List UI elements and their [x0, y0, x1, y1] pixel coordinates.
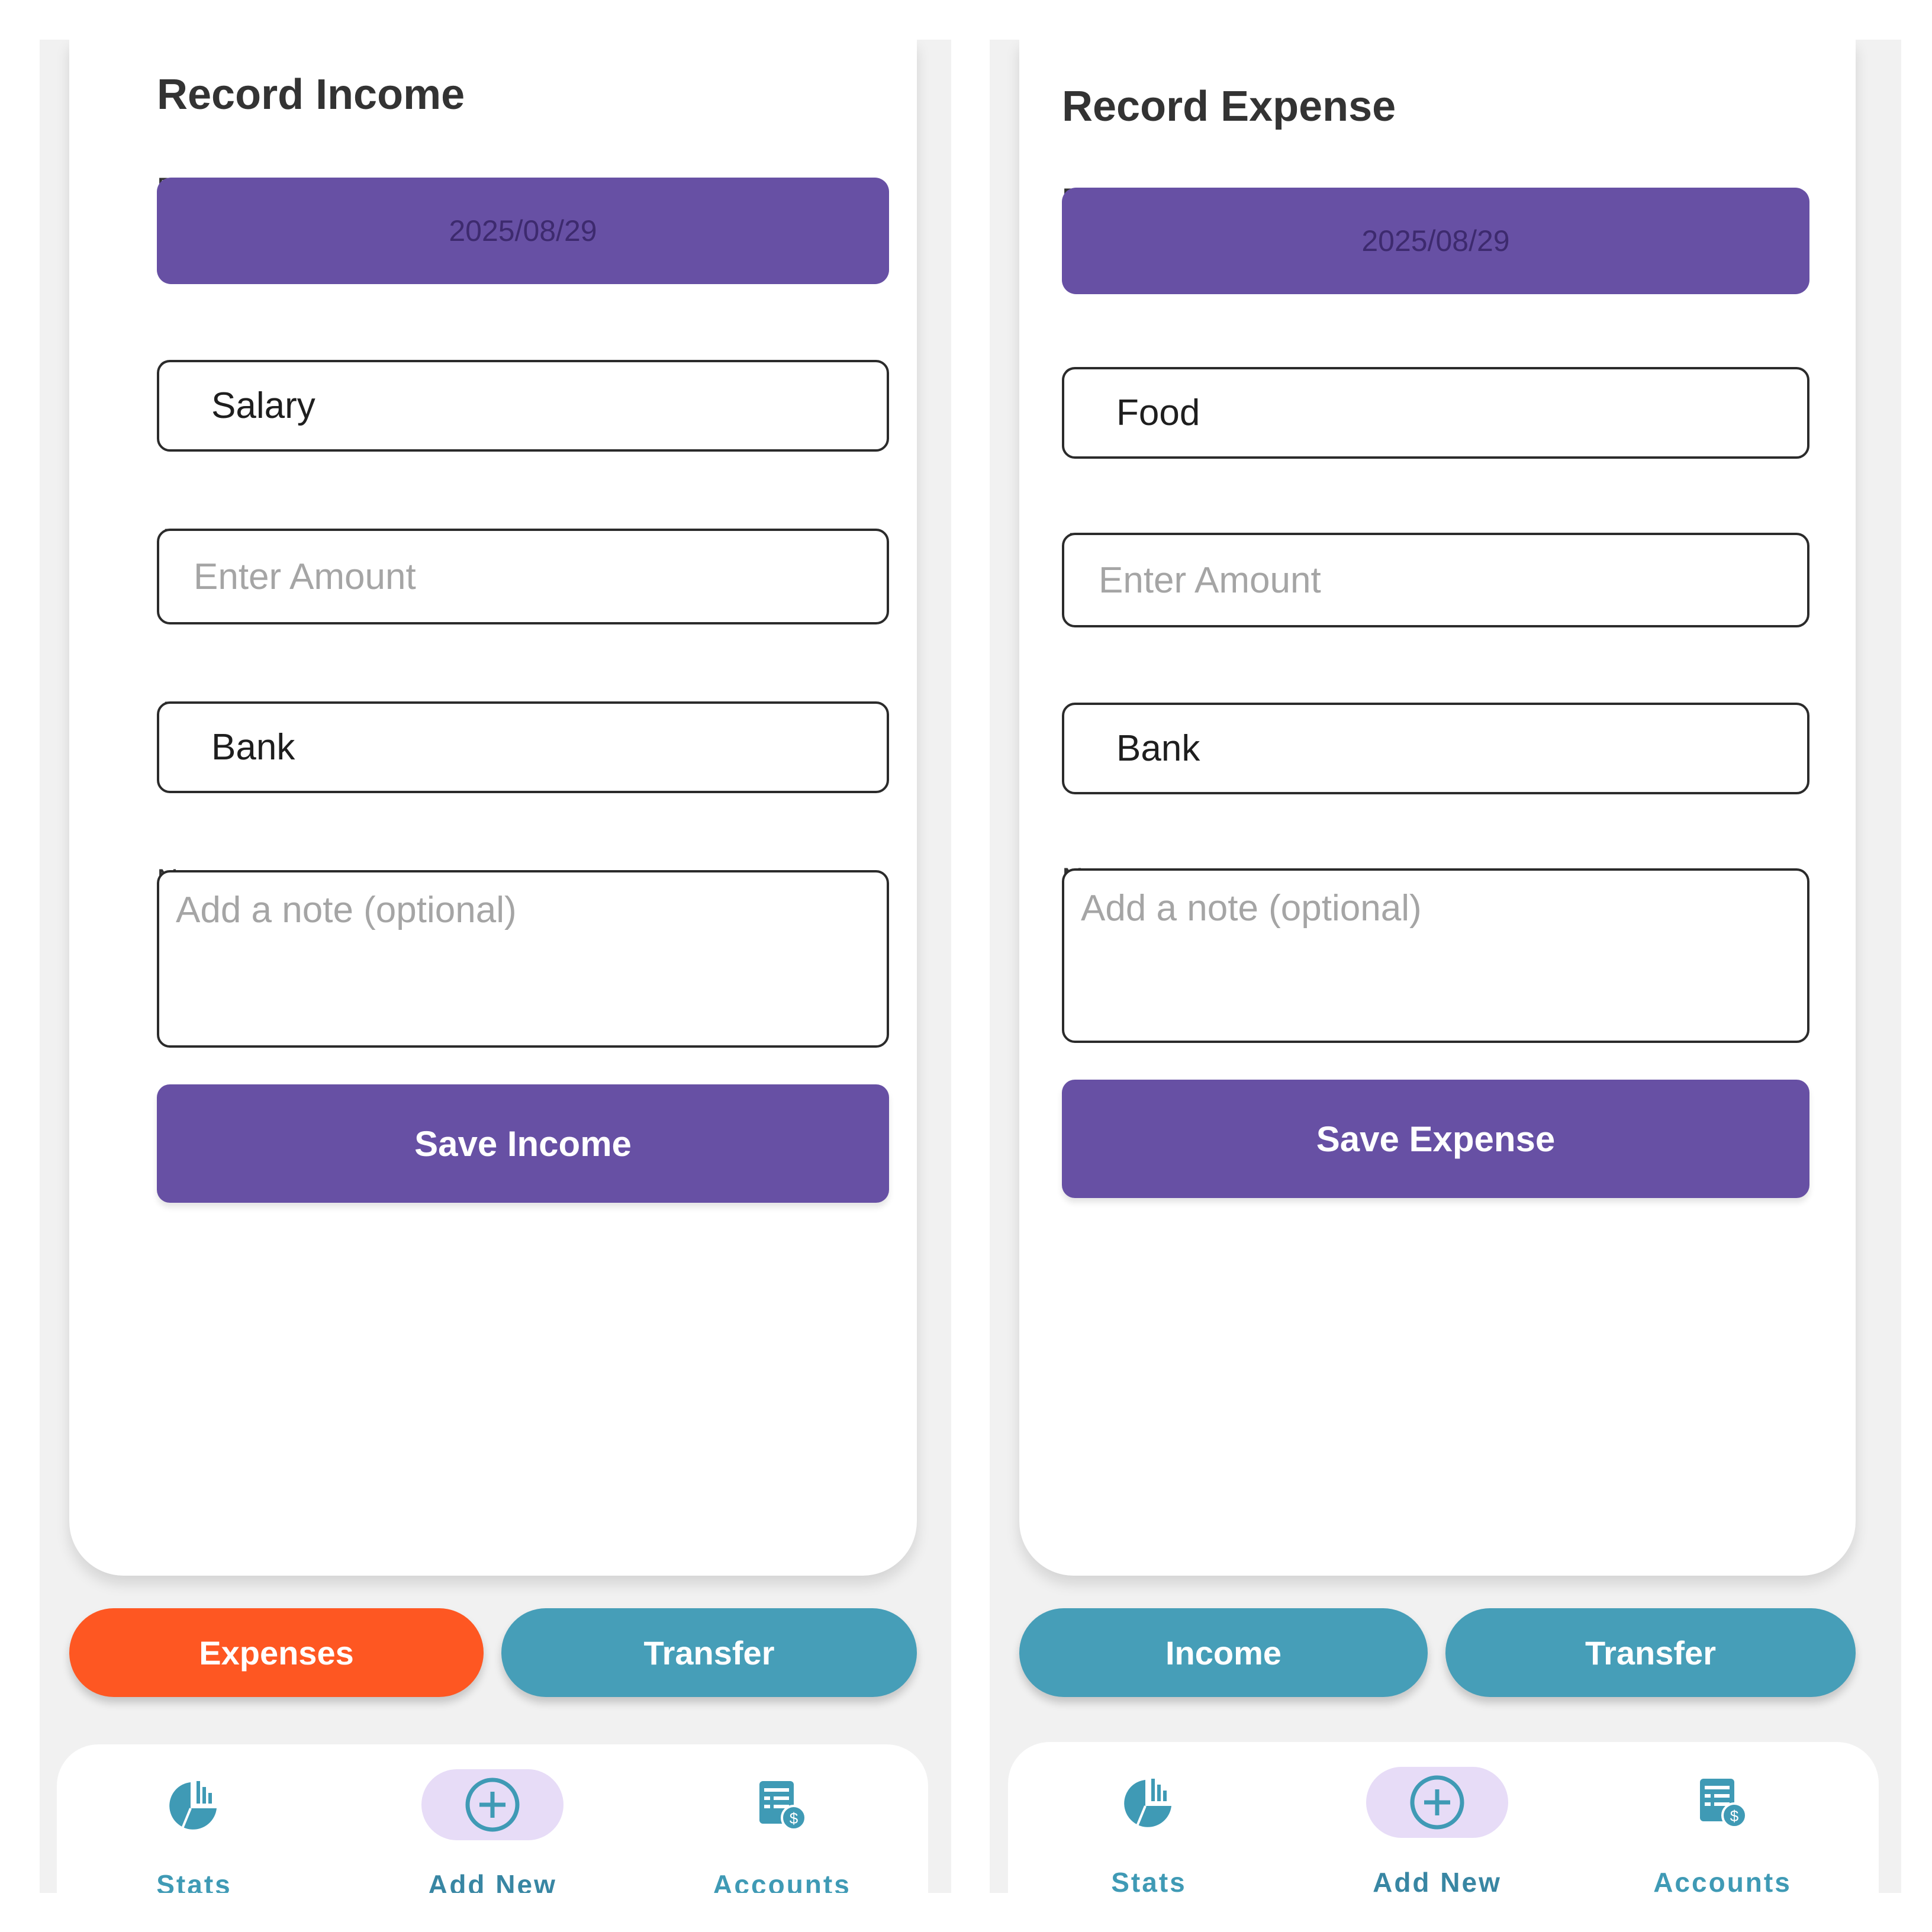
- income-screen: Record Income Date 2025/08/29 Category S…: [40, 40, 951, 1893]
- category-value: Food: [1116, 392, 1200, 433]
- account-value: Bank: [1116, 728, 1200, 769]
- amount-field: [157, 529, 889, 624]
- note-field: [1062, 868, 1809, 1043]
- save-expense-button[interactable]: Save Expense: [1062, 1080, 1809, 1198]
- page-title: Record Expense: [1062, 83, 1396, 130]
- category-value: Salary: [211, 385, 315, 426]
- svg-text:$: $: [790, 1809, 798, 1827]
- expense-screen: Record Expense Date 2025/08/29 Category …: [990, 40, 1901, 1893]
- date-value: 2025/08/29: [449, 214, 597, 247]
- nav-icon-container: [123, 1769, 265, 1840]
- nav-item-add-new[interactable]: Add New: [1331, 1742, 1544, 1893]
- category-select[interactable]: Salary: [157, 360, 889, 452]
- nav-item-accounts[interactable]: $ Accounts: [675, 1744, 888, 1893]
- nav-item-stats[interactable]: Stats: [88, 1744, 301, 1893]
- nav-label-add-new: Add New: [1373, 1867, 1502, 1893]
- transfer-tab-button[interactable]: Transfer: [501, 1608, 917, 1697]
- nav-item-accounts[interactable]: $ Accounts: [1616, 1742, 1829, 1893]
- date-picker-button[interactable]: 2025/08/29: [157, 178, 889, 284]
- nav-icon-container: [1078, 1767, 1220, 1838]
- amount-input[interactable]: [159, 555, 887, 598]
- income-tab-button[interactable]: Income: [1019, 1608, 1428, 1697]
- category-select[interactable]: Food: [1062, 367, 1809, 459]
- nav-item-stats[interactable]: Stats: [1042, 1742, 1255, 1893]
- page-title: Record Income: [157, 71, 465, 118]
- nav-label-stats: Stats: [1111, 1867, 1187, 1893]
- bottom-nav: Stats Add New $ Accounts: [57, 1744, 928, 1893]
- form-card: Record Expense Date 2025/08/29 Category …: [1019, 40, 1856, 1576]
- amount-field: [1062, 533, 1809, 627]
- account-select[interactable]: Bank: [1062, 703, 1809, 794]
- save-income-button[interactable]: Save Income: [157, 1084, 889, 1203]
- nav-label-accounts: Accounts: [1653, 1867, 1792, 1893]
- accounts-ledger-icon: $: [1700, 1779, 1747, 1828]
- nav-icon-container: $: [1651, 1767, 1793, 1838]
- nav-label-add-new: Add New: [428, 1869, 557, 1893]
- date-picker-button[interactable]: 2025/08/29: [1062, 188, 1809, 294]
- nav-icon-container: $: [711, 1769, 853, 1840]
- nav-label-stats: Stats: [156, 1869, 232, 1893]
- note-textarea[interactable]: [1064, 871, 1807, 1041]
- pie-chart-icon: [169, 1781, 217, 1830]
- nav-item-add-new[interactable]: Add New: [386, 1744, 599, 1893]
- accounts-ledger-icon: $: [759, 1781, 807, 1831]
- note-textarea[interactable]: [159, 872, 887, 1045]
- transfer-tab-button[interactable]: Transfer: [1445, 1608, 1856, 1697]
- account-value: Bank: [211, 727, 295, 768]
- form-card: Record Income Date 2025/08/29 Category S…: [69, 40, 917, 1576]
- pie-chart-icon: [1124, 1779, 1171, 1827]
- amount-input[interactable]: [1064, 558, 1807, 602]
- note-field: [157, 870, 889, 1048]
- add-circle-icon: [465, 1778, 520, 1832]
- nav-label-accounts: Accounts: [713, 1869, 851, 1893]
- expenses-tab-button[interactable]: Expenses: [69, 1608, 484, 1697]
- bottom-nav: Stats Add New $ Accounts: [1008, 1742, 1879, 1893]
- svg-text:$: $: [1730, 1807, 1739, 1825]
- nav-icon-container-active: [1366, 1767, 1508, 1838]
- add-circle-icon: [1410, 1775, 1464, 1830]
- nav-icon-container-active: [421, 1769, 564, 1840]
- date-value: 2025/08/29: [1361, 224, 1510, 257]
- account-select[interactable]: Bank: [157, 701, 889, 793]
